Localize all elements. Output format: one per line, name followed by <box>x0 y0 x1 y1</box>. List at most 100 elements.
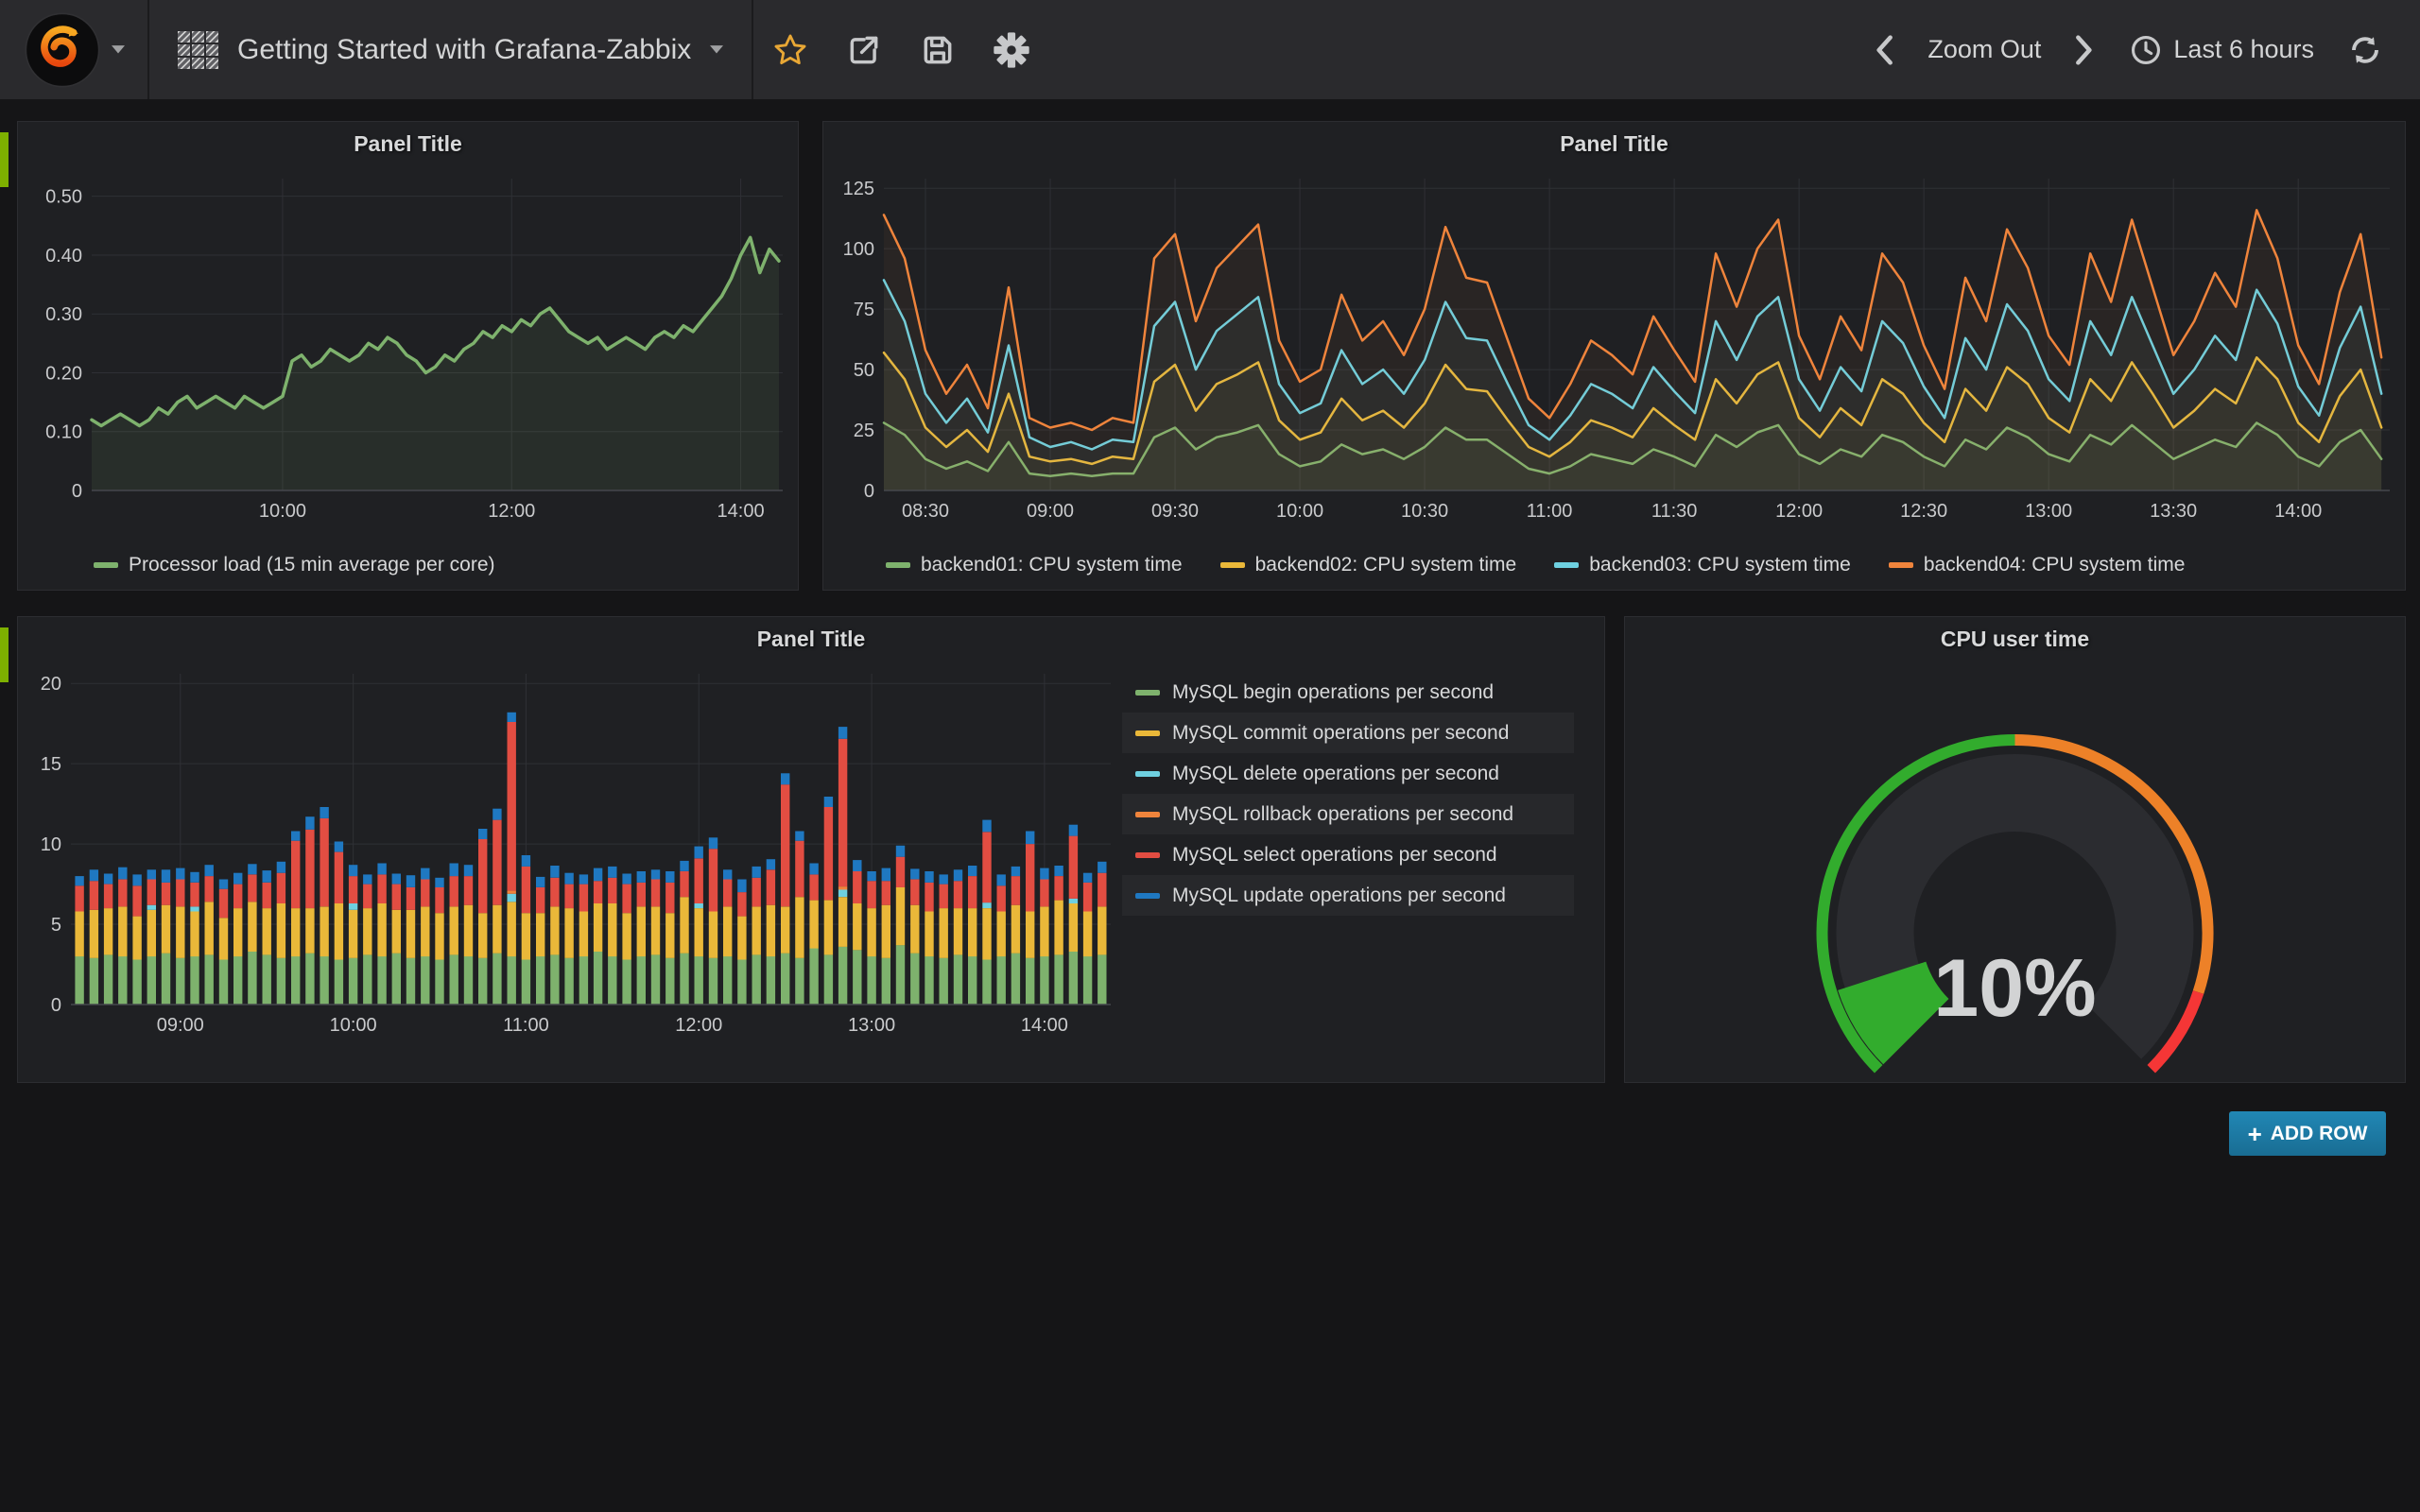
panel-processor-load: Panel Title 10:0012:0014:0000.100.200.30… <box>17 121 799 591</box>
panel-cpu-system-time: Panel Title 08:3009:0009:3010:0010:3011:… <box>822 121 2406 591</box>
svg-text:10: 10 <box>41 834 61 855</box>
star-icon <box>772 32 808 68</box>
svg-text:0: 0 <box>864 481 874 502</box>
svg-text:75: 75 <box>854 300 874 320</box>
chevron-down-icon <box>710 45 723 55</box>
add-row-button[interactable]: + ADD ROW <box>2229 1111 2386 1156</box>
svg-text:09:00: 09:00 <box>157 1015 204 1036</box>
chevron-right-icon <box>2074 35 2095 65</box>
refresh-button[interactable] <box>2335 0 2395 99</box>
svg-text:12:00: 12:00 <box>1775 501 1823 522</box>
svg-text:10%: 10% <box>1933 943 2096 1034</box>
legend-item[interactable]: backend02: CPU system time <box>1220 554 1517 576</box>
mysql-operations-chart: 09:00 10:00 11:00 12:00 13:00 14:00 0 5 10 15 20 <box>18 661 1124 1040</box>
svg-text:20: 20 <box>41 674 61 695</box>
svg-text:13:00: 13:00 <box>848 1015 895 1036</box>
dashboard-title-button[interactable]: Getting Started with Grafana-Zabbix <box>149 0 752 99</box>
panel-title[interactable]: Panel Title <box>18 122 798 165</box>
cpu-system-time-chart: 08:3009:0009:3010:0010:3011:0011:3012:00… <box>823 165 2405 524</box>
legend-item[interactable]: backend03: CPU system time <box>1554 554 1851 576</box>
svg-text:0: 0 <box>72 481 82 502</box>
panel-cpu-user-time: CPU user time 10% <box>1624 616 2406 1083</box>
time-range-label: Last 6 hours <box>2173 35 2314 64</box>
navbar: Getting Started with Grafana-Zabbix <box>0 0 2420 99</box>
processor-load-chart: 10:0012:0014:0000.100.200.300.400.50 <box>18 165 798 524</box>
star-button[interactable] <box>753 0 827 99</box>
legend-item[interactable]: backend04: CPU system time <box>1889 554 2186 576</box>
dashboard-grid-icon <box>178 31 218 69</box>
add-row-label: ADD ROW <box>2271 1123 2368 1145</box>
legend-color-dash <box>1135 690 1160 696</box>
settings-button[interactable] <box>975 0 1048 99</box>
legend-label: MySQL select operations per second <box>1172 844 1497 867</box>
svg-text:11:00: 11:00 <box>503 1015 549 1036</box>
svg-text:50: 50 <box>854 360 874 381</box>
svg-text:5: 5 <box>51 915 61 936</box>
svg-text:15: 15 <box>41 754 61 775</box>
svg-text:12:00: 12:00 <box>675 1015 722 1036</box>
clock-icon <box>2130 34 2162 66</box>
share-icon <box>846 32 882 68</box>
svg-text:14:00: 14:00 <box>1021 1015 1068 1036</box>
dashboard-title: Getting Started with Grafana-Zabbix <box>237 34 691 66</box>
svg-text:0.30: 0.30 <box>45 304 82 325</box>
svg-text:0.20: 0.20 <box>45 363 82 384</box>
svg-text:0: 0 <box>51 995 61 1016</box>
grafana-dashboard: Getting Started with Grafana-Zabbix <box>0 0 2420 1512</box>
legend-item[interactable]: MySQL commit operations per second <box>1122 713 1574 753</box>
chevron-down-icon <box>112 45 125 55</box>
legend-item[interactable]: MySQL select operations per second <box>1122 834 1574 875</box>
legend-label: MySQL update operations per second <box>1172 885 1506 907</box>
cpu-user-time-gauge: 10% <box>1625 661 2405 1082</box>
legend-label: backend01: CPU system time <box>921 554 1183 576</box>
row-menu-strip[interactable] <box>0 627 9 682</box>
legend-color-dash <box>1135 771 1160 777</box>
plus-icon: + <box>2248 1122 2262 1146</box>
legend-item[interactable]: MySQL begin operations per second <box>1122 672 1574 713</box>
legend-label: MySQL commit operations per second <box>1172 722 1509 745</box>
legend-label: backend02: CPU system time <box>1255 554 1517 576</box>
panel-legend: MySQL begin operations per second MySQL c… <box>1122 672 1574 916</box>
zoom-out-button[interactable]: Zoom Out <box>1914 35 2054 64</box>
time-range-button[interactable]: Last 6 hours <box>2115 34 2329 66</box>
time-back-button[interactable] <box>1859 0 1909 99</box>
svg-text:12:00: 12:00 <box>488 501 535 522</box>
refresh-icon <box>2348 33 2382 67</box>
svg-text:12:30: 12:30 <box>1900 501 1947 522</box>
svg-text:10:00: 10:00 <box>330 1015 377 1036</box>
legend-item[interactable]: MySQL rollback operations per second <box>1122 794 1574 834</box>
legend-color-dash <box>1889 562 1913 568</box>
legend-color-dash <box>1220 562 1245 568</box>
time-forward-button[interactable] <box>2060 0 2109 99</box>
gear-icon <box>994 32 1029 68</box>
save-button[interactable] <box>901 0 975 99</box>
legend-label: backend04: CPU system time <box>1924 554 2186 576</box>
svg-text:08:30: 08:30 <box>902 501 949 522</box>
panel-legend: Processor load (15 min average per core) <box>94 554 495 576</box>
legend-item[interactable]: MySQL delete operations per second <box>1122 753 1574 794</box>
row-menu-strip[interactable] <box>0 132 9 187</box>
svg-text:25: 25 <box>854 421 874 441</box>
legend-item[interactable]: backend01: CPU system time <box>886 554 1183 576</box>
panel-mysql-operations: Panel Title 09:00 10:00 11:00 12:00 13:00 14:… <box>17 616 1605 1083</box>
legend-label: MySQL rollback operations per second <box>1172 803 1513 826</box>
legend-color-dash <box>1135 893 1160 899</box>
svg-text:0.10: 0.10 <box>45 422 82 443</box>
svg-text:10:00: 10:00 <box>259 501 306 522</box>
panel-legend: backend01: CPU system time backend02: CPU… <box>886 554 2185 576</box>
panel-title[interactable]: Panel Title <box>18 617 1604 661</box>
legend-color-dash <box>1135 852 1160 858</box>
legend-color-dash <box>1135 812 1160 817</box>
navbar-right: Zoom Out Last 6 hours <box>1859 0 2420 99</box>
svg-text:10:00: 10:00 <box>1276 501 1323 522</box>
legend-color-dash <box>886 562 910 568</box>
panel-title[interactable]: Panel Title <box>823 122 2405 165</box>
panel-title[interactable]: CPU user time <box>1625 617 2405 661</box>
share-button[interactable] <box>827 0 901 99</box>
svg-text:11:30: 11:30 <box>1651 501 1698 522</box>
legend-item[interactable]: Processor load (15 min average per core) <box>94 554 495 576</box>
svg-text:13:30: 13:30 <box>2150 501 2197 522</box>
grafana-logo-icon <box>23 10 102 90</box>
grafana-logo-button[interactable] <box>0 0 147 99</box>
legend-item[interactable]: MySQL update operations per second <box>1122 875 1574 916</box>
